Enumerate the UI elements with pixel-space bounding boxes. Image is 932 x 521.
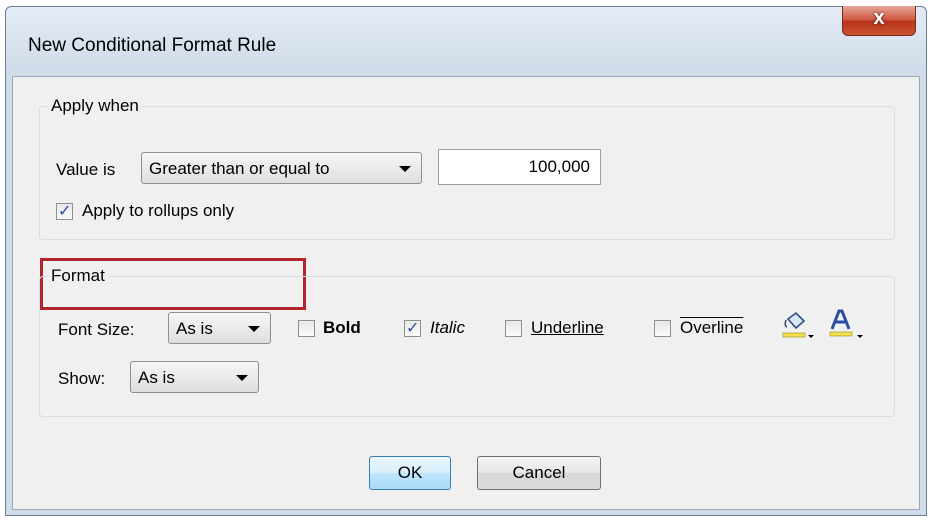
value-input[interactable]: 100,000 xyxy=(438,149,601,185)
show-selected: As is xyxy=(138,368,175,387)
show-label: Show: xyxy=(58,369,106,388)
chevron-down-icon xyxy=(808,335,814,338)
cancel-button[interactable]: Cancel xyxy=(477,456,601,490)
underline-label: Underline xyxy=(531,318,604,337)
close-icon: x xyxy=(873,7,885,29)
chevron-down-icon xyxy=(248,326,260,332)
show-dropdown[interactable]: As is xyxy=(130,361,259,393)
font-size-selected: As is xyxy=(176,319,213,338)
apply-when-label: Apply when xyxy=(48,96,142,116)
font-size-label: Font Size: xyxy=(58,320,135,339)
title-bar: New Conditional Format Rule x xyxy=(6,6,926,76)
font-color-icon[interactable] xyxy=(827,307,863,343)
italic-label: Italic xyxy=(430,318,465,337)
font-size-dropdown[interactable]: As is xyxy=(168,312,271,344)
overline-label: Overline xyxy=(680,318,744,337)
format-label: Format xyxy=(48,266,108,286)
italic-checkbox[interactable] xyxy=(404,318,421,338)
close-button[interactable]: x xyxy=(842,6,916,36)
format-group: Format xyxy=(39,266,895,417)
underline-checkbox[interactable] xyxy=(505,320,522,337)
bold-label: Bold xyxy=(323,318,361,337)
dialog-title: New Conditional Format Rule xyxy=(28,35,277,56)
condition-selected: Greater than or equal to xyxy=(149,159,330,178)
bold-checkbox[interactable] xyxy=(298,320,315,337)
rollups-label: Apply to rollups only xyxy=(82,201,235,220)
overline-checkbox[interactable] xyxy=(654,320,671,337)
chevron-down-icon xyxy=(857,335,863,338)
paint-bucket-icon[interactable] xyxy=(780,309,814,343)
rollups-checkbox[interactable] xyxy=(56,201,73,221)
value-is-label: Value is xyxy=(56,160,116,179)
dialog-body: Apply when Value is Greater than or equa… xyxy=(12,76,920,510)
condition-dropdown[interactable]: Greater than or equal to xyxy=(141,152,422,184)
conditional-format-dialog: New Conditional Format Rule x Apply when… xyxy=(5,6,927,516)
ok-button[interactable]: OK xyxy=(369,456,451,490)
chevron-down-icon xyxy=(236,375,248,381)
chevron-down-icon xyxy=(399,166,411,172)
